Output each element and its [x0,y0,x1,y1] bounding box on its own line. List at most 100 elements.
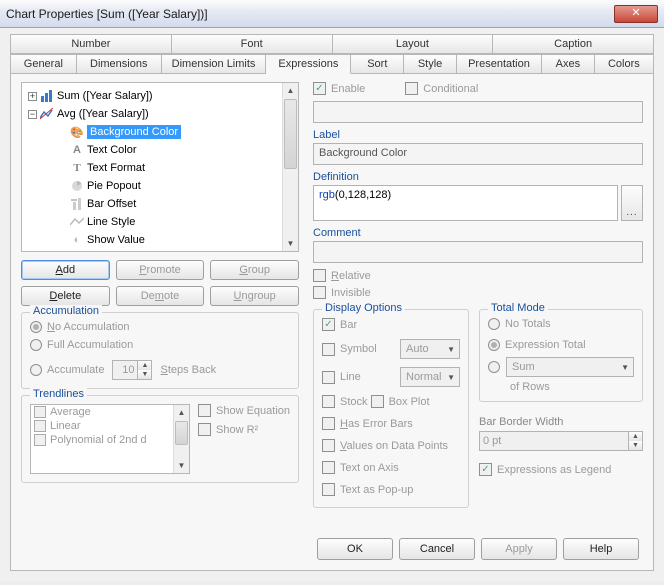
combo-total-fn[interactable]: Sum▼ [506,357,634,377]
tab-caption[interactable]: Caption [493,34,654,54]
expression-tree[interactable]: + Sum ([Year Salary]) − Avg ([Year Sal [21,82,299,252]
collapse-icon[interactable]: − [28,110,37,119]
text-color-icon: A [70,143,84,157]
check-text-popup[interactable]: Text as Pop-up [322,483,413,496]
tree-child-showvalue[interactable]: ◐ Show Value [24,231,280,249]
check-show-r2[interactable]: Show R² [198,423,290,436]
demote-button[interactable]: Demote [116,286,205,306]
definition-input[interactable]: rgb(0,128,128) [313,185,618,221]
delete-button[interactable]: Delete [21,286,110,306]
check-error-bars[interactable]: Has Error Bars [322,417,413,430]
combo-symbol[interactable]: Auto▼ [400,339,460,359]
pie-icon [70,179,84,193]
tree-scrollbar[interactable]: ▲ ▼ [282,83,298,251]
radio-accumulate[interactable]: Accumulate [30,364,104,376]
chevron-down-icon: ▼ [447,373,455,382]
help-button[interactable]: Help [563,538,639,560]
check-expressions-legend[interactable]: ✓Expressions as Legend [479,463,611,476]
apply-button[interactable]: Apply [481,538,557,560]
comment-input[interactable] [313,241,643,263]
radio-sum[interactable] [488,361,500,373]
check-enable[interactable]: ✓Enable [313,82,365,95]
check-relative[interactable]: Relative [313,269,643,282]
bar-border-width-label: Bar Border Width [479,416,643,428]
tab-sort[interactable]: Sort [351,54,404,74]
bar-chart-icon [40,89,54,103]
scroll-thumb[interactable] [284,99,297,169]
radio-no-totals[interactable]: No Totals [488,318,551,330]
window-title: Chart Properties [Sum ([Year Salary])] [6,7,614,21]
tree-item-sum[interactable]: + Sum ([Year Salary]) [24,87,280,105]
cancel-button[interactable]: Cancel [399,538,475,560]
check-values-datapoints[interactable]: Values on Data Points [322,439,448,452]
tab-general[interactable]: General [10,54,77,74]
combo-line[interactable]: Normal▼ [400,367,460,387]
close-button[interactable]: ✕ [614,5,658,23]
radio-full-accumulation[interactable]: Full Accumulation [30,339,133,351]
spin-up-icon[interactable]: ▲ [137,361,151,370]
check-boxplot[interactable]: Box Plot [371,395,430,408]
tab-dimensions[interactable]: Dimensions [77,54,162,74]
bar-offset-icon [70,197,84,211]
ok-button[interactable]: OK [317,538,393,560]
tree-child-textformat[interactable]: T Text Format [24,159,280,177]
definition-browse-button[interactable]: ... [621,185,643,221]
check-show-equation[interactable]: Show Equation [198,404,290,417]
tab-colors[interactable]: Colors [595,54,654,74]
list-scrollbar[interactable]: ▲▼ [173,405,189,473]
titlebar: Chart Properties [Sum ([Year Salary])] ✕ [0,0,664,28]
dialog-footer: OK Cancel Apply Help [317,538,639,560]
tab-style[interactable]: Style [404,54,457,74]
chevron-down-icon: ▼ [621,363,629,372]
tab-presentation[interactable]: Presentation [457,54,542,74]
tabs-row-upper: Number Font Layout Caption [10,34,654,54]
expand-icon[interactable]: + [28,92,37,101]
total-mode-group: Total Mode No Totals Expression Total Su… [479,309,643,402]
spin-down-icon[interactable]: ▼ [628,441,642,450]
tree-item-avg[interactable]: − Avg ([Year Salary]) [24,105,280,123]
trendlines-group: Trendlines Average Linear Polynomial of … [21,395,299,483]
spin-down-icon[interactable]: ▼ [137,370,151,379]
label-input[interactable]: Background Color [313,143,643,165]
check-invisible[interactable]: Invisible [313,286,643,299]
add-button[interactable]: Add [21,260,110,280]
tree-child-bgcolor[interactable]: 🎨 Background Color [24,123,280,141]
list-item[interactable]: Linear [31,419,173,433]
scroll-down-icon[interactable]: ▼ [283,236,298,251]
check-bar[interactable]: ✓Bar [322,318,357,331]
tab-dimension-limits[interactable]: Dimension Limits [162,54,267,74]
display-options-group: Display Options ✓Bar Symbol Auto▼ Line N… [313,309,469,508]
trendlines-list[interactable]: Average Linear Polynomial of 2nd d ▲▼ [30,404,190,474]
show-value-icon: ◐ [70,233,84,247]
accumulation-group: Accumulation No Accumulation Full Accumu… [21,312,299,389]
tab-expressions[interactable]: Expressions [266,54,351,74]
tree-child-textcolor[interactable]: A Text Color [24,141,280,159]
tabs-row-lower: General Dimensions Dimension Limits Expr… [10,54,654,74]
radio-expression-total[interactable]: Expression Total [488,339,586,351]
conditional-input[interactable] [313,101,643,123]
tab-number[interactable]: Number [10,34,172,54]
check-line[interactable]: Line [322,371,392,384]
tab-font[interactable]: Font [172,34,333,54]
check-symbol[interactable]: Symbol [322,343,392,356]
spin-up-icon[interactable]: ▲ [628,432,642,441]
check-text-axis[interactable]: Text on Axis [322,461,399,474]
bar-border-width-spinner[interactable]: ▲▼ [479,431,643,451]
tab-layout[interactable]: Layout [333,34,494,54]
promote-button[interactable]: Promote [116,260,205,280]
tree-child-linestyle[interactable]: Line Style [24,213,280,231]
tree-child-piepopout[interactable]: Pie Popout [24,177,280,195]
line-style-icon [70,215,84,229]
scroll-up-icon[interactable]: ▲ [283,83,298,98]
list-item[interactable]: Polynomial of 2nd d [31,433,173,447]
radio-no-accumulation[interactable]: No Accumulation [30,321,130,333]
list-item[interactable]: Average [31,405,173,419]
accumulate-spinner[interactable]: ▲▼ [112,360,152,380]
ungroup-button[interactable]: Ungroup [210,286,299,306]
check-stock[interactable]: Stock [322,395,368,408]
text-format-icon: T [70,161,84,175]
tab-axes[interactable]: Axes [542,54,595,74]
tree-child-baroffset[interactable]: Bar Offset [24,195,280,213]
check-conditional[interactable]: Conditional [405,82,478,95]
group-button[interactable]: Group [210,260,299,280]
